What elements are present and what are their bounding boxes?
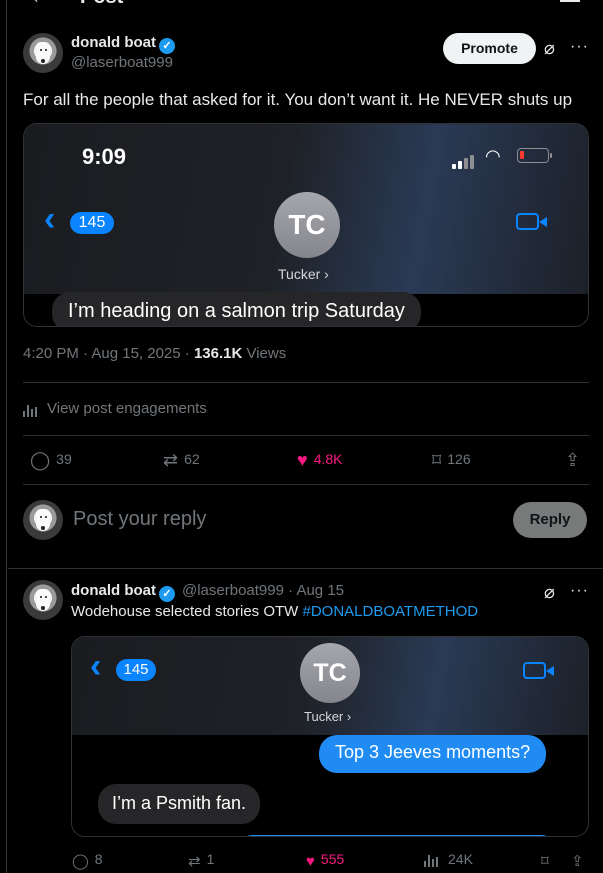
verified-badge-icon: ✓ (159, 586, 175, 602)
message-bubble-sent: Top 3 Jeeves moments? (319, 735, 547, 773)
share-action[interactable]: ⇪ (571, 851, 590, 870)
chevron-left-icon: ‹ (90, 647, 102, 685)
top-bar: ← Post (0, 0, 603, 9)
share-icon[interactable]: ⇪ (571, 852, 584, 870)
contact-avatar: TC (300, 643, 360, 703)
message-bubble-received: I’m a Psmith fan. (98, 784, 261, 824)
reply-count: 39 (56, 451, 72, 467)
contact-name: Tucker › (304, 709, 352, 724)
like-count: 4.8K (313, 451, 343, 467)
views-label: Views (242, 345, 287, 362)
like-action[interactable]: ♥ 555 (306, 851, 344, 870)
more-options-icon[interactable]: ··· (570, 38, 589, 56)
avatar[interactable] (23, 580, 63, 620)
view-engagements-link[interactable]: View post engagements (23, 400, 207, 417)
author-name-text[interactable]: donald boat (71, 582, 156, 599)
repost-icon[interactable]: ⇄ (163, 450, 178, 471)
battery-icon (517, 148, 552, 163)
timeline-border (6, 0, 7, 873)
contact-name: Tucker › (278, 266, 329, 282)
my-avatar (23, 500, 63, 540)
reply-count: 8 (94, 851, 103, 867)
reply-action[interactable]: ◯ 39 (30, 450, 72, 471)
promote-button[interactable]: Promote (443, 33, 536, 64)
analytics-icon (23, 400, 39, 417)
reply-button[interactable]: Reply (513, 502, 587, 538)
reader-icon[interactable] (560, 0, 580, 2)
video-call-icon (516, 213, 547, 230)
author-handle[interactable]: @laserboat999 (71, 54, 173, 71)
reply-icon[interactable]: ◯ (72, 852, 89, 870)
bookmark-count: 126 (447, 451, 471, 467)
wifi-icon: ◠ (485, 146, 501, 166)
views-action[interactable]: 24K (424, 851, 473, 867)
post-media-image[interactable]: ‹ 145 TC Tucker › Top 3 Jeeves moments? … (71, 636, 589, 837)
bookmark-icon[interactable]: ⌑ (541, 852, 549, 870)
bookmark-action[interactable]: ⌑ (541, 851, 555, 870)
author-name-text[interactable]: donald boat (71, 34, 156, 51)
post-media-image[interactable]: 9:09 ◠ ‹ 145 TC Tucker › I’m heading on … (23, 123, 589, 327)
like-action[interactable]: ♥ 4.8K (297, 450, 343, 471)
video-call-icon (523, 662, 554, 679)
post-text: For all the people that asked for it. Yo… (23, 90, 573, 109)
author-name[interactable]: donald boat ✓ (71, 582, 175, 602)
share-action[interactable]: ⇪ (565, 450, 586, 471)
divider (23, 435, 589, 436)
post-timestamp[interactable]: 4:20 PM · Aug 15, 2025 · (23, 345, 194, 362)
signal-icon (452, 151, 476, 169)
repost-count: 62 (184, 451, 200, 467)
status-time: 9:09 (82, 144, 127, 169)
message-bubble-received: I’m heading on a salmon trip Saturday (52, 292, 421, 326)
author-name[interactable]: donald boat ✓ (71, 34, 175, 54)
unread-count-badge: 145 (116, 659, 156, 681)
message-bubble-sent-cutoff (242, 835, 552, 836)
views-count: 24K (448, 851, 473, 867)
divider (8, 568, 603, 569)
contact-avatar: TC (274, 192, 340, 258)
verified-badge-icon: ✓ (159, 38, 175, 54)
chevron-left-icon: ‹ (44, 200, 56, 238)
divider (23, 382, 589, 383)
heart-icon[interactable]: ♥ (306, 853, 315, 870)
grok-icon[interactable]: ⌀ (544, 582, 555, 603)
page-title: Post (80, 0, 123, 9)
views-count: 136.1K (193, 345, 243, 362)
reply-input[interactable]: Post your reply (73, 508, 206, 531)
repost-action[interactable]: ⇄ 1 (188, 851, 214, 870)
analytics-icon (424, 851, 440, 867)
post-text-body: Wodehouse selected stories OTW (71, 603, 303, 620)
like-count: 555 (320, 851, 345, 867)
divider (23, 484, 589, 485)
reply-icon[interactable]: ◯ (30, 450, 50, 471)
unread-count-badge: 145 (70, 212, 114, 234)
heart-icon[interactable]: ♥ (297, 450, 308, 471)
repost-action[interactable]: ⇄ 62 (163, 450, 200, 471)
repost-count: 1 (206, 851, 215, 867)
author-handle-time[interactable]: @laserboat999 · Aug 15 (182, 582, 344, 599)
hashtag-link[interactable]: #DONALDBOATMETHOD (303, 603, 479, 620)
post-meta: 4:20 PM · Aug 15, 2025 · 136.1K Views (23, 345, 286, 362)
grok-icon[interactable]: ⌀ (544, 38, 555, 59)
bookmark-icon[interactable]: ⌑ (432, 450, 441, 471)
imessage-header: 9:09 ◠ ‹ 145 TC Tucker › (24, 124, 588, 294)
repost-icon[interactable]: ⇄ (188, 852, 201, 870)
reply-action[interactable]: ◯ 8 (72, 851, 103, 870)
engagements-label[interactable]: View post engagements (47, 400, 207, 417)
post-text: Wodehouse selected stories OTW #DONALDBO… (71, 603, 478, 620)
imessage-header: ‹ 145 TC Tucker › (72, 637, 588, 735)
bookmark-action[interactable]: ⌑ 126 (432, 450, 471, 471)
back-arrow-icon[interactable]: ← (30, 0, 50, 9)
share-icon[interactable]: ⇪ (565, 450, 580, 471)
avatar[interactable] (23, 33, 63, 73)
more-options-icon[interactable]: ··· (570, 582, 589, 600)
